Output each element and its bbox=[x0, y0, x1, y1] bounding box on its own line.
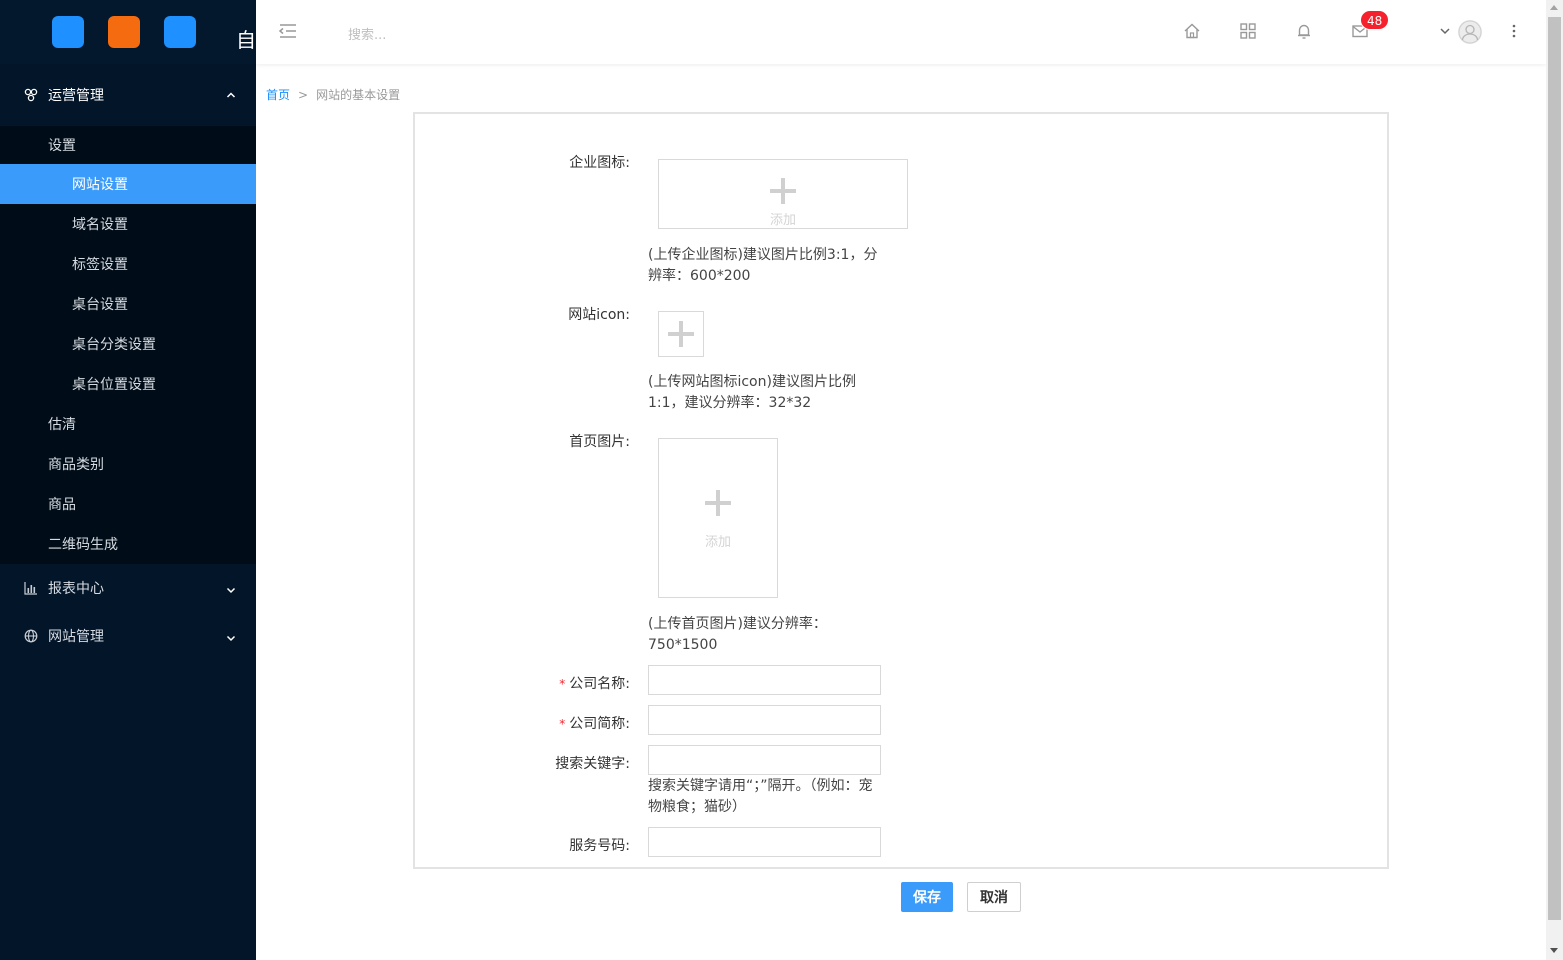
logo-mark-orange bbox=[108, 16, 140, 48]
save-button[interactable]: 保存 bbox=[901, 882, 953, 912]
menu-group-label: 网站管理 bbox=[48, 629, 104, 645]
breadcrumb-current: 网站的基本设置 bbox=[316, 88, 401, 102]
site-icon-upload[interactable]: 添加 bbox=[658, 311, 704, 357]
logo-area: 自 bbox=[0, 0, 256, 64]
menu-group-reports[interactable]: 报表中心 bbox=[0, 564, 256, 612]
upload-add-text: 添加 bbox=[769, 213, 796, 228]
menu-item-qrcode[interactable]: 二维码生成 bbox=[0, 524, 256, 564]
cluster-icon bbox=[24, 88, 38, 102]
menu-item-table-settings[interactable]: 桌台设置 bbox=[0, 284, 256, 324]
plus-icon bbox=[668, 321, 694, 347]
home-image-upload[interactable]: 添加 bbox=[658, 438, 778, 598]
submenu-operations: 设置 网站设置 域名设置 标签设置 桌台设置 桌台分类设置 桌台位置设置 估清 … bbox=[0, 126, 256, 564]
service-phone-input[interactable] bbox=[648, 827, 881, 857]
sidebar: 自 运营管理 设置 网站设置 域名设置 标签设置 桌台设置 桌台分类设置 桌台位… bbox=[0, 0, 256, 960]
menu-item-products[interactable]: 商品 bbox=[0, 484, 256, 524]
chevron-down-icon bbox=[226, 587, 236, 594]
logo-mark-blue-2 bbox=[164, 16, 196, 48]
settings-form: 企业图标: 添加 (上传企业图标)建议图片比例3:1，分辨率：600*200 网… bbox=[413, 112, 1389, 869]
more-vertical-icon[interactable] bbox=[1505, 22, 1523, 40]
scroll-down-arrow-icon[interactable] bbox=[1550, 948, 1558, 953]
menu-item-tag-settings[interactable]: 标签设置 bbox=[0, 244, 256, 284]
menu-item-settings[interactable]: 设置 bbox=[0, 126, 256, 164]
breadcrumb: 首页 > 网站的基本设置 bbox=[266, 86, 400, 103]
menu-item-product-category[interactable]: 商品类别 bbox=[0, 444, 256, 484]
user-avatar-icon[interactable] bbox=[1458, 20, 1482, 44]
plus-icon bbox=[705, 490, 731, 516]
scroll-up-arrow-icon[interactable] bbox=[1550, 5, 1558, 10]
chevron-down-icon[interactable] bbox=[1439, 24, 1451, 38]
service-phone-label: 服务号码: bbox=[569, 838, 630, 854]
menu-fold-icon[interactable] bbox=[278, 22, 298, 40]
search-input[interactable]: 搜索... bbox=[348, 24, 386, 43]
company-short-input[interactable] bbox=[648, 705, 881, 735]
menu-item-domain-settings[interactable]: 域名设置 bbox=[0, 204, 256, 244]
required-mark: * bbox=[559, 717, 566, 731]
home-image-label: 首页图片: bbox=[569, 434, 630, 450]
home-icon[interactable] bbox=[1183, 22, 1201, 40]
company-name-input[interactable] bbox=[648, 665, 881, 695]
breadcrumb-separator: > bbox=[298, 88, 309, 102]
site-icon-label: 网站icon: bbox=[568, 307, 630, 323]
breadcrumb-home-link[interactable]: 首页 bbox=[266, 88, 290, 102]
company-name-label-text: 公司名称: bbox=[569, 676, 630, 692]
appstore-icon[interactable] bbox=[1239, 22, 1257, 40]
menu-item-website-settings[interactable]: 网站设置 bbox=[0, 164, 256, 204]
cancel-button[interactable]: 取消 bbox=[967, 882, 1021, 912]
keywords-label: 搜索关键字: bbox=[555, 756, 630, 772]
bar-chart-icon bbox=[24, 581, 38, 595]
chevron-up-icon bbox=[226, 92, 236, 98]
menu-item-table-category-settings[interactable]: 桌台分类设置 bbox=[0, 324, 256, 364]
menu-group-operations[interactable]: 运营管理 bbox=[0, 64, 256, 126]
logo-label: 企业图标: bbox=[569, 155, 630, 171]
globe-icon bbox=[24, 629, 38, 643]
company-short-label-text: 公司简称: bbox=[569, 716, 630, 732]
chevron-down-icon bbox=[226, 635, 236, 642]
logo-upload[interactable]: 添加 bbox=[658, 159, 908, 229]
menu-item-sold-out[interactable]: 估清 bbox=[0, 404, 256, 444]
home-image-hint: (上传首页图片)建议分辨率：750*1500 bbox=[648, 616, 827, 653]
company-short-label: * 公司简称: bbox=[415, 713, 630, 733]
company-name-label: * 公司名称: bbox=[415, 673, 630, 693]
menu-item-table-position-settings[interactable]: 桌台位置设置 bbox=[0, 364, 256, 404]
plus-icon bbox=[770, 178, 796, 204]
upload-add-text: 添加 bbox=[704, 535, 731, 550]
mail-badge: 48 bbox=[1360, 10, 1390, 30]
app-title: 自 bbox=[236, 28, 256, 52]
site-icon-hint: (上传网站图标icon)建议图片比例1:1，建议分辨率：32*32 bbox=[648, 374, 856, 411]
keywords-input[interactable] bbox=[648, 745, 881, 775]
required-mark: * bbox=[559, 677, 566, 691]
menu-group-label: 运营管理 bbox=[48, 88, 104, 104]
vertical-scrollbar[interactable] bbox=[1546, 0, 1563, 960]
scrollbar-thumb[interactable] bbox=[1548, 17, 1561, 920]
menu-group-website[interactable]: 网站管理 bbox=[0, 612, 256, 660]
menu-group-label: 报表中心 bbox=[48, 581, 104, 597]
bell-icon[interactable] bbox=[1295, 22, 1313, 40]
logo-mark-blue bbox=[52, 16, 84, 48]
logo-hint: (上传企业图标)建议图片比例3:1，分辨率：600*200 bbox=[648, 247, 878, 284]
top-header: 搜索... 48 bbox=[256, 0, 1546, 64]
keywords-hint: 搜索关键字请用“；”隔开。（例如：宠物粮食；猫砂） bbox=[648, 778, 873, 815]
